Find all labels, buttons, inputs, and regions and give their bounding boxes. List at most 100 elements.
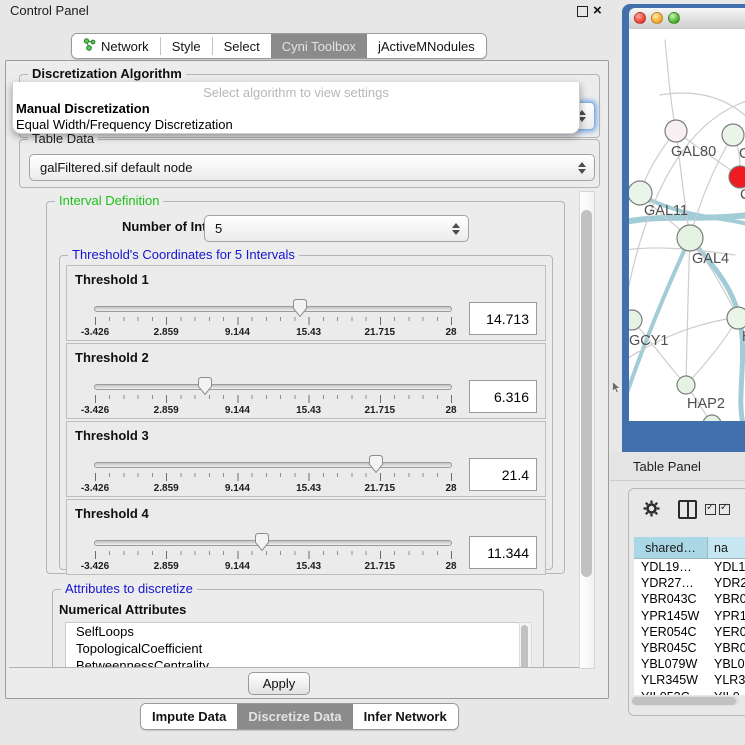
network-node-label: G	[739, 146, 745, 162]
table-cell[interactable]: YER0	[708, 624, 745, 640]
network-canvas[interactable]: GAL80GCGAL11GAL4GCY1HHAP2	[629, 29, 745, 421]
table-row[interactable]: YPR145WYPR1	[634, 608, 745, 624]
table-row[interactable]: YBR045CYBR0	[634, 640, 745, 656]
network-graph[interactable]: GAL80GCGAL11GAL4GCY1HHAP2	[629, 29, 745, 421]
network-edge[interactable]	[686, 318, 738, 385]
numerical-attributes-list[interactable]: SelfLoopsTopologicalCoefficientBetweenne…	[65, 622, 520, 668]
threshold-slider-track[interactable]	[94, 540, 452, 546]
column-header-name[interactable]: na	[708, 537, 745, 558]
gear-icon[interactable]	[643, 500, 660, 522]
network-edge[interactable]	[691, 240, 743, 421]
network-node-label: GCY1	[629, 333, 669, 349]
tab-infer-network[interactable]: Infer Network	[353, 704, 458, 729]
interval-definition-group: Interval Definition Number of Intervals …	[46, 201, 565, 574]
table-cell[interactable]: YIL0	[708, 689, 745, 696]
threshold-panel: Threshold 4-3.4262.8599.14415.4321.71528…	[66, 499, 546, 575]
table-cell[interactable]: YER054C	[634, 624, 708, 640]
control-panel-title: Control Panel	[0, 0, 620, 22]
table-cell[interactable]: YBR045C	[634, 640, 708, 656]
scrollbar-thumb[interactable]	[581, 210, 592, 577]
threshold-value-field[interactable]: 21.4	[469, 458, 537, 491]
popup-item-equal-width-frequency[interactable]: Equal Width/Frequency Discretization	[13, 117, 579, 133]
tick-label: 28	[445, 327, 456, 338]
table-cell[interactable]: YPR145W	[634, 608, 708, 624]
network-node[interactable]	[677, 376, 695, 394]
network-node[interactable]	[629, 310, 642, 330]
network-node[interactable]	[703, 415, 721, 421]
number-of-intervals-combobox[interactable]: 5	[204, 215, 469, 242]
tab-jactivemnodules[interactable]: jActiveMNodules	[367, 34, 486, 58]
threshold-slider-track[interactable]	[94, 462, 452, 468]
threshold-slider-track[interactable]	[94, 306, 452, 312]
table-row[interactable]: YIL052CYIL0	[634, 689, 745, 696]
checkbox-icon[interactable]	[719, 504, 730, 515]
slider-thumb[interactable]	[197, 376, 213, 396]
table-row[interactable]: YDL19…YDL1	[634, 559, 745, 575]
network-window-titlebar[interactable]	[629, 8, 745, 30]
minimize-traffic-light-icon[interactable]	[651, 12, 663, 24]
close-icon[interactable]: ×	[593, 1, 602, 21]
table-cell[interactable]: YBR0	[708, 640, 745, 656]
table-cell[interactable]: YBL079W	[634, 656, 708, 672]
float-window-icon[interactable]	[577, 6, 588, 17]
attribute-list-item[interactable]: SelfLoops	[66, 623, 519, 640]
table-cell[interactable]: YBR043C	[634, 591, 708, 607]
table-cell[interactable]: YDL1	[708, 559, 745, 575]
checkbox-icon[interactable]	[705, 504, 716, 515]
table-cell[interactable]: YLR3	[708, 672, 745, 688]
network-edge[interactable]	[665, 40, 676, 131]
network-edge[interactable]	[686, 238, 690, 385]
threshold-panel: Threshold 1-3.4262.8599.14415.4321.71528…	[66, 265, 546, 341]
slider-thumb[interactable]	[292, 298, 308, 318]
table-row[interactable]: YDR27…YDR2	[634, 575, 745, 591]
tab-discretize-data[interactable]: Discretize Data	[237, 704, 352, 729]
attribute-list-item[interactable]: TopologicalCoefficient	[66, 640, 519, 657]
table-cell[interactable]: YDL19…	[634, 559, 708, 575]
network-edge[interactable]	[660, 93, 745, 120]
slider-thumb[interactable]	[254, 532, 270, 552]
zoom-traffic-light-icon[interactable]	[668, 12, 680, 24]
table-cell[interactable]: YIL052C	[634, 689, 708, 696]
column-header-shared-name[interactable]: shared…	[634, 537, 708, 558]
network-node[interactable]	[677, 225, 703, 251]
table-row[interactable]: YER054CYER0	[634, 624, 745, 640]
network-node[interactable]	[722, 124, 744, 146]
table-cell[interactable]: YBL0	[708, 656, 745, 672]
popup-item-manual-discretization[interactable]: Manual Discretization	[13, 101, 579, 117]
table-cell[interactable]: YDR2	[708, 575, 745, 591]
table-row[interactable]: YBL079WYBL0	[634, 656, 745, 672]
panel-vertical-scrollbar[interactable]	[579, 191, 595, 669]
scrollbar-thumb[interactable]	[632, 697, 736, 705]
control-panel-tabbar: Network Style Select Cyni Toolbox jActiv…	[71, 33, 487, 59]
tick-label: 2.859	[154, 483, 179, 494]
table-cell[interactable]: YPR1	[708, 608, 745, 624]
threshold-value-field[interactable]: 14.713	[469, 302, 537, 335]
tab-select[interactable]: Select	[213, 34, 271, 58]
tab-impute-data[interactable]: Impute Data	[141, 704, 237, 729]
tab-network[interactable]: Network	[72, 34, 160, 58]
table-cell[interactable]: YLR345W	[634, 672, 708, 688]
slider-thumb[interactable]	[368, 454, 384, 474]
threshold-slider-track[interactable]	[94, 384, 452, 390]
column-visibility-icon[interactable]	[678, 500, 697, 519]
threshold-value-field[interactable]: 6.316	[469, 380, 537, 413]
apply-button[interactable]: Apply	[248, 672, 310, 695]
table-cell[interactable]: YBR0	[708, 591, 745, 607]
table-cell[interactable]: YDR27…	[634, 575, 708, 591]
table-row[interactable]: YBR043CYBR0	[634, 591, 745, 607]
table-row[interactable]: YLR345WYLR3	[634, 672, 745, 688]
close-traffic-light-icon[interactable]	[634, 12, 646, 24]
tab-style[interactable]: Style	[161, 34, 212, 58]
table-body: YDL19…YDL1YDR27…YDR2YBR043CYBR0YPR145WYP…	[634, 559, 745, 695]
table-horizontal-scrollbar[interactable]	[631, 696, 739, 706]
network-node[interactable]	[665, 120, 687, 142]
threshold-value-field[interactable]: 11.344	[469, 536, 537, 569]
attributes-list-scrollbar[interactable]	[519, 622, 532, 668]
network-node[interactable]	[629, 181, 652, 205]
table-data-combobox[interactable]: galFiltered.sif default node	[29, 154, 595, 181]
network-node[interactable]	[727, 307, 745, 329]
tick-label: 2.859	[154, 405, 179, 416]
tab-cyni-toolbox[interactable]: Cyni Toolbox	[271, 34, 367, 58]
attribute-list-item[interactable]: BetweennessCentrality	[66, 657, 519, 668]
network-node[interactable]	[729, 166, 745, 188]
